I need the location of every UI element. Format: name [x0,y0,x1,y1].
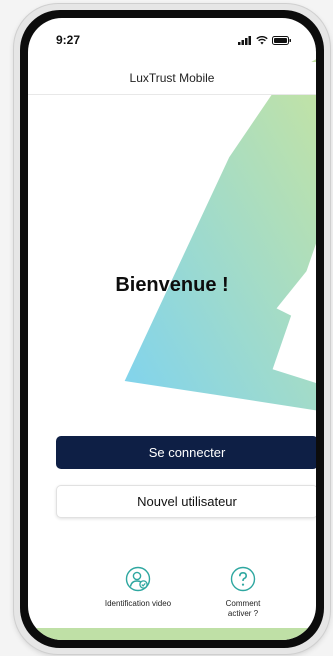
wifi-icon [256,35,268,44]
login-button-label: Se connecter [148,445,226,460]
background-graphic [124,59,316,411]
how-to-activate-label-line2: activer ? [227,608,259,618]
new-user-button-label: Nouvel utilisateur [137,494,237,509]
question-circle-icon [230,566,256,592]
app-title: LuxTrust Mobile [129,71,215,85]
status-time: 9:27 [56,33,81,47]
phone-screen: 9:27 LuxTrust Mobile Bienvenue ! Se conn… [28,18,316,640]
how-to-activate-shortcut[interactable]: Comment activer ? [208,566,278,618]
bottom-graphic-strip [28,628,316,640]
user-check-icon [125,566,151,592]
status-bar: 9:27 [28,18,316,62]
new-user-button[interactable]: Nouvel utilisateur [56,485,316,518]
signal-icon [238,35,251,45]
welcome-heading: Bienvenue ! [115,274,229,296]
video-identification-label: Identification video [104,599,172,608]
login-button[interactable]: Se connecter [56,436,316,469]
video-identification-shortcut[interactable]: Identification video [98,566,178,609]
status-icons [238,35,292,45]
how-to-activate-label-line1: Comment [225,599,261,608]
phone-frame: 9:27 LuxTrust Mobile Bienvenue ! Se conn… [14,4,330,654]
battery-icon [272,35,291,45]
app-header: LuxTrust Mobile [28,62,316,95]
phone-bezel: 9:27 LuxTrust Mobile Bienvenue ! Se conn… [20,10,324,648]
app-stage: 9:27 LuxTrust Mobile Bienvenue ! Se conn… [0,0,333,656]
